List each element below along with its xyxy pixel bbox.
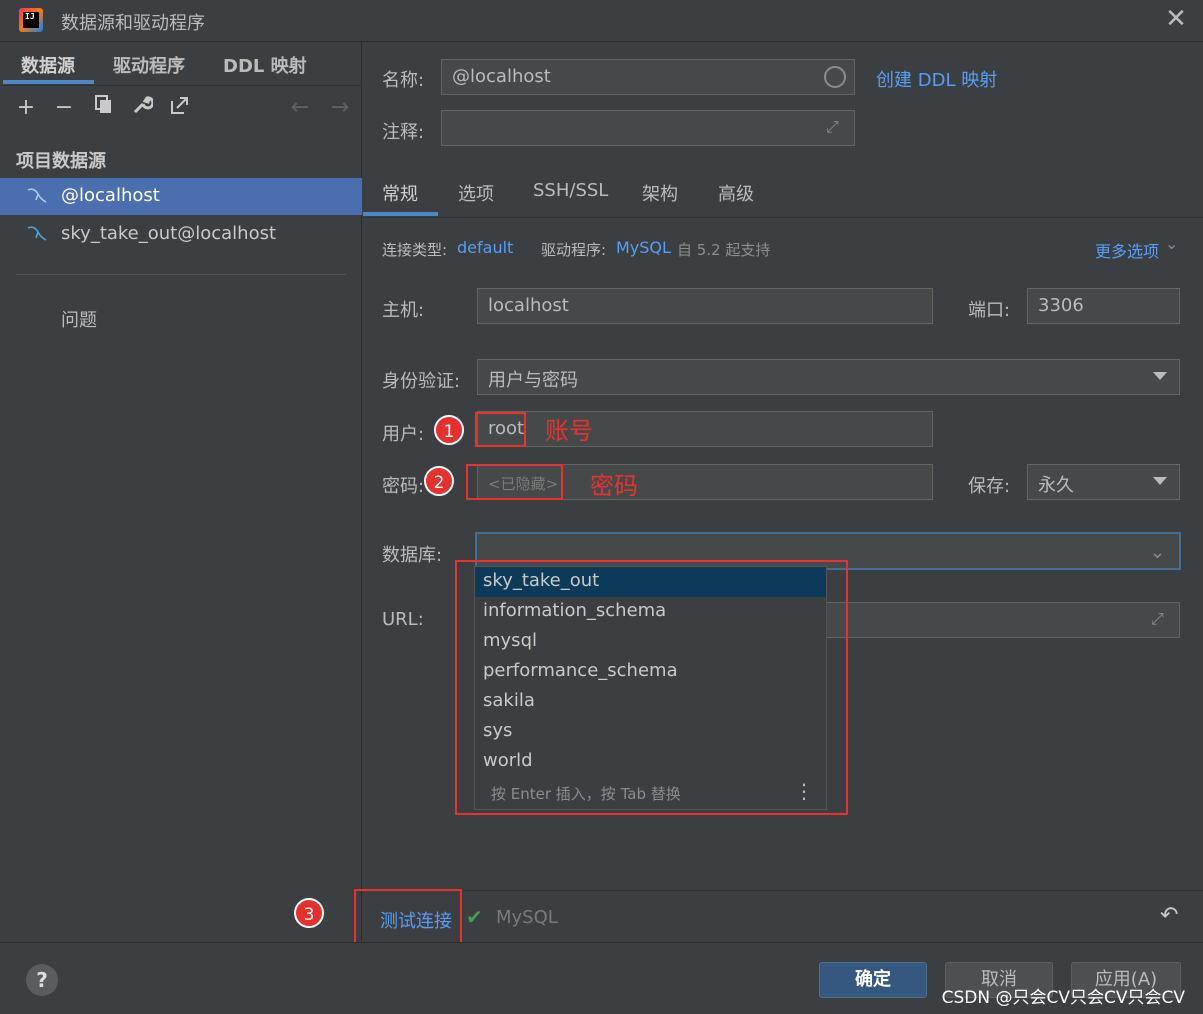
tab-ssh-ssl[interactable]: SSH/SSL — [533, 180, 608, 201]
annotation-label: 账号 — [545, 417, 593, 445]
active-tab-indicator — [363, 212, 438, 216]
dropdown-arrow-icon — [1153, 477, 1167, 485]
name-value: @localhost — [452, 66, 551, 87]
add-icon[interactable]: + — [12, 94, 40, 122]
datasource-label: sky_take_out@localhost — [61, 223, 277, 244]
host-label: 主机: — [382, 300, 425, 321]
tab-data-sources[interactable]: 数据源 — [21, 52, 75, 78]
driver-link[interactable]: MySQL — [616, 238, 671, 257]
driver-label: 驱动程序: — [541, 241, 607, 259]
watermark: CSDN @只会CV只会CV只会CV — [941, 988, 1185, 1008]
test-connection-bar: 测试连接 ✔ MySQL ↶ — [363, 890, 1203, 942]
dropdown-arrow-icon — [1153, 372, 1167, 380]
auth-select[interactable]: 用户与密码 — [477, 359, 1180, 395]
intellij-logo-icon: IJ — [19, 8, 43, 32]
annotation-number: 2 — [424, 466, 454, 496]
back-arrow-icon[interactable]: ← — [286, 94, 314, 122]
remove-icon[interactable]: − — [50, 94, 78, 122]
dialog-footer: ? 确定 取消 应用(A) CSDN @只会CV只会CV只会CV — [0, 942, 1203, 1014]
close-icon[interactable]: ✕ — [1163, 6, 1189, 32]
datasource-label: @localhost — [61, 185, 160, 206]
open-external-icon[interactable] — [166, 94, 194, 122]
tab-advanced[interactable]: 高级 — [718, 180, 754, 206]
chevron-down-icon[interactable]: ⌄ — [1165, 234, 1178, 253]
user-label: 用户: — [382, 424, 425, 445]
help-icon[interactable]: ? — [26, 964, 58, 996]
save-label: 保存: — [968, 476, 1011, 497]
name-field[interactable]: @localhost — [441, 59, 855, 95]
annotation-box — [466, 464, 563, 500]
annotation-number: 1 — [434, 415, 464, 445]
ok-button[interactable]: 确定 — [819, 962, 927, 998]
comment-label: 注释: — [382, 122, 425, 143]
annotation-box — [455, 560, 848, 815]
auth-label: 身份验证: — [382, 371, 461, 392]
mysql-dolphin-icon — [26, 186, 48, 206]
title-bar: IJ 数据源和驱动程序 ✕ — [0, 0, 1203, 42]
active-tab-indicator — [3, 80, 94, 84]
copy-icon[interactable] — [90, 94, 118, 122]
app-icon-text: IJ — [25, 12, 35, 21]
annotation-number: 3 — [294, 898, 324, 928]
connection-type-label: 连接类型: — [382, 241, 448, 259]
left-tabs: 数据源 驱动程序 DDL 映射 — [0, 42, 362, 86]
password-label: 密码: — [382, 476, 425, 497]
check-icon: ✔ — [466, 905, 483, 929]
name-label: 名称: — [382, 70, 425, 91]
driver-note: 自 5.2 起支持 — [677, 241, 771, 259]
url-label: URL: — [382, 609, 424, 630]
chevron-down-icon[interactable]: ⌄ — [1150, 542, 1165, 563]
tab-general[interactable]: 常规 — [382, 180, 418, 206]
host-value: localhost — [488, 295, 569, 316]
port-label: 端口: — [968, 300, 1011, 321]
forward-arrow-icon[interactable]: → — [326, 94, 354, 122]
port-value: 3306 — [1038, 295, 1084, 316]
annotation-label: 密码 — [590, 472, 638, 500]
settings-tabs: 常规 选项 SSH/SSL 架构 高级 — [363, 172, 1203, 218]
expand-icon[interactable]: ⤢ — [826, 117, 846, 137]
tab-ddl-mappings[interactable]: DDL 映射 — [223, 52, 307, 78]
expand-icon[interactable]: ⤢ — [1151, 609, 1171, 629]
database-label: 数据库: — [382, 545, 443, 566]
left-toolbar: + − ← → — [0, 92, 362, 128]
tab-drivers[interactable]: 驱动程序 — [113, 52, 185, 78]
window-title: 数据源和驱动程序 — [61, 13, 205, 34]
save-value: 永久 — [1038, 475, 1074, 496]
undo-icon[interactable]: ↶ — [1160, 903, 1178, 928]
port-field[interactable]: 3306 — [1027, 288, 1180, 324]
tab-schemas[interactable]: 架构 — [642, 180, 678, 206]
datasource-item[interactable]: sky_take_out@localhost — [0, 216, 362, 253]
project-datasources-heading: 项目数据源 — [16, 151, 106, 172]
mysql-dolphin-icon — [26, 224, 48, 244]
save-select[interactable]: 永久 — [1027, 464, 1180, 500]
datasource-item[interactable]: @localhost — [0, 178, 362, 215]
color-circle-icon[interactable] — [824, 66, 846, 88]
annotation-box — [475, 412, 526, 447]
left-panel: 数据源 驱动程序 DDL 映射 + − ← → 项目数据源 @localhost… — [0, 42, 362, 940]
comment-field[interactable]: ⤢ — [441, 110, 855, 146]
tab-options[interactable]: 选项 — [458, 180, 494, 206]
connection-type-link[interactable]: default — [457, 238, 513, 257]
problems-item[interactable]: 问题 — [61, 306, 97, 332]
divider — [16, 274, 346, 275]
auth-value: 用户与密码 — [488, 370, 578, 391]
more-options-link[interactable]: 更多选项 — [1095, 238, 1159, 262]
connection-status: MySQL — [496, 907, 558, 928]
annotation-box — [354, 889, 462, 945]
wrench-icon[interactable] — [128, 94, 156, 122]
host-field[interactable]: localhost — [477, 288, 933, 324]
create-ddl-mapping-link[interactable]: 创建 DDL 映射 — [876, 66, 997, 92]
